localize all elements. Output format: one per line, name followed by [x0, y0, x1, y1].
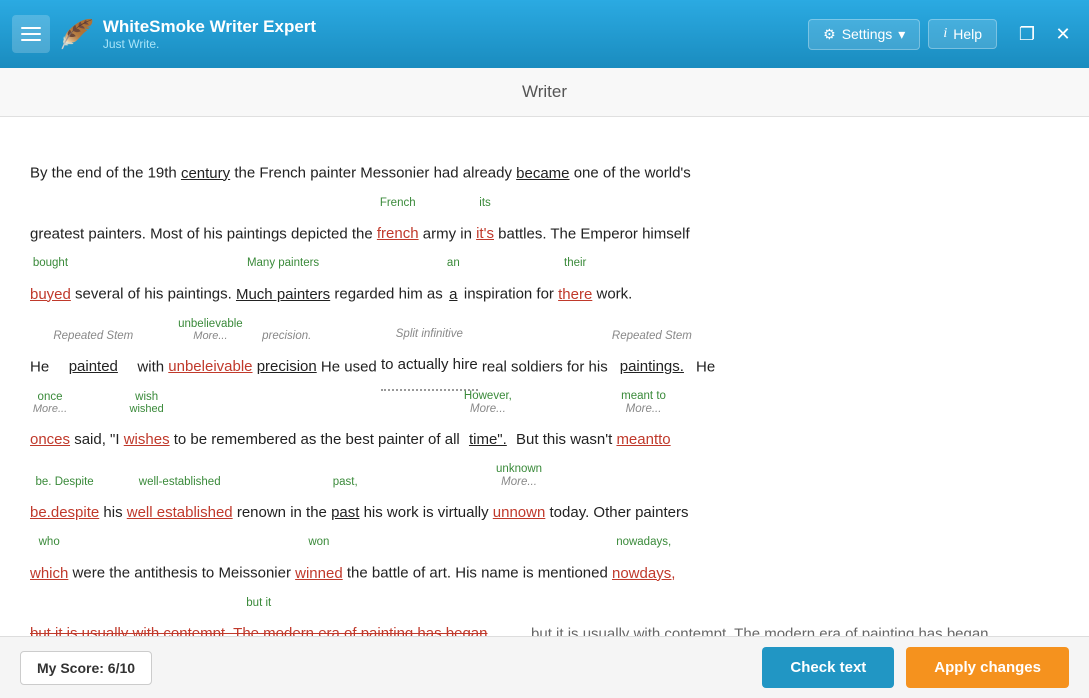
text-static: with: [133, 358, 168, 375]
titlebar-actions: ⚙ Settings ▾ i Help: [808, 19, 997, 50]
text-static: real soldiers for his: [478, 358, 612, 375]
correction-meantto: meant to More... meantto: [616, 391, 670, 464]
menu-button[interactable]: [12, 15, 50, 53]
help-label: Help: [953, 26, 982, 42]
text-static: He used: [317, 358, 381, 375]
correction-painted: Repeated Stem painted: [53, 331, 133, 392]
correction-winned: won winned: [295, 537, 343, 598]
text-static: the French painter Messonier had already: [230, 165, 516, 182]
correction-century: x century: [181, 137, 230, 198]
gear-icon: ⚙: [823, 26, 836, 43]
correction-which: who which: [30, 537, 68, 598]
text-static: By the end of the 19th: [30, 165, 181, 182]
bottom-bar: My Score: 6/10 Check text Apply changes: [0, 636, 1089, 698]
correction-its: its it's: [476, 198, 494, 259]
logo-area: 🪶 WhiteSmoke Writer Expert Just Write.: [60, 17, 798, 51]
text-static: to be remembered as the best painter of …: [170, 431, 464, 448]
help-button[interactable]: i Help: [928, 19, 997, 49]
page-title-bar: Writer: [0, 68, 1089, 117]
settings-label: Settings: [842, 26, 893, 42]
text-static: several of his paintings.: [71, 286, 236, 303]
logo-text: WhiteSmoke Writer Expert Just Write.: [103, 17, 316, 51]
logo-bird-icon: 🪶: [60, 18, 95, 51]
correction-many-painters: Many painters Much painters: [236, 258, 330, 319]
info-icon: i: [943, 26, 947, 42]
text-content: By the end of the 19th x century the Fre…: [30, 137, 1059, 636]
text-static: said, "I: [70, 431, 124, 448]
correction-bought: bought buyed: [30, 258, 71, 319]
correction-despite: be. Despite be.despite: [30, 477, 99, 538]
text-static: greatest painters. Most of his paintings…: [30, 225, 377, 242]
text-static: today. Other painters: [545, 504, 688, 521]
correction-onces: once More... onces: [30, 392, 70, 465]
correction-french: French french: [377, 198, 419, 259]
text-static: He: [30, 358, 53, 375]
settings-button[interactable]: ⚙ Settings ▾: [808, 19, 920, 50]
text-editor[interactable]: By the end of the 19th x century the Fre…: [0, 117, 1089, 636]
page-title: Writer: [522, 82, 567, 101]
window-buttons: ❐ ✕: [1013, 20, 1077, 48]
copy-button[interactable]: ❐: [1013, 20, 1041, 48]
settings-chevron-icon: ▾: [898, 26, 905, 43]
text-static: But this wasn't: [512, 431, 617, 448]
text-static: the battle of art. His name is mentioned: [343, 565, 612, 582]
correction-past: past, past: [331, 477, 359, 538]
text-cutoff: but it is usually with contempt. The mod…: [531, 625, 989, 636]
text-static: renown in the: [233, 504, 331, 521]
text-static: his work is virtually: [359, 504, 492, 521]
text-static: were the antithesis to Meissonier: [68, 565, 295, 582]
app-subtitle: Just Write.: [103, 37, 316, 51]
correction-butit: but it but it is usually with contempt. …: [30, 598, 488, 637]
correction-unbeleivable: unbelievable More... unbeleivable: [168, 319, 252, 392]
titlebar: 🪶 WhiteSmoke Writer Expert Just Write. ⚙…: [0, 0, 1089, 68]
correction-split-inf: Split infinitive to actually hire: [381, 329, 478, 392]
correction-unnown: unknown More... unnown: [493, 464, 546, 537]
correction-became: x became: [516, 137, 569, 198]
text-static: He: [692, 358, 715, 375]
correction-time: However, More... time".: [464, 391, 512, 464]
correction-paintings: Repeated Stem paintings.: [612, 331, 692, 392]
text-static: regarded him as: [330, 286, 447, 303]
score-label: My Score: 6/10: [37, 660, 135, 676]
apply-changes-label: Apply changes: [934, 659, 1041, 676]
app-title: WhiteSmoke Writer Expert: [103, 17, 316, 37]
correction-wellestablished: well-established well established: [127, 477, 233, 538]
correction-precision: precision. precision: [257, 331, 317, 392]
correction-wishes: wish wished wishes: [124, 392, 170, 465]
text-static: work.: [592, 286, 632, 303]
score-badge: My Score: 6/10: [20, 651, 152, 685]
correction-an: an a: [447, 258, 460, 319]
check-text-button[interactable]: Check text: [762, 647, 894, 688]
text-static: army in: [419, 225, 477, 242]
close-button[interactable]: ✕: [1049, 20, 1077, 48]
correction-nowdays: nowadays, nowdays,: [612, 537, 675, 598]
text-static: battles. The Emperor himself: [494, 225, 690, 242]
text-static: one of the world's: [570, 165, 691, 182]
text-static: his: [99, 504, 127, 521]
check-text-label: Check text: [790, 659, 866, 676]
correction-their: their there: [558, 258, 592, 319]
apply-changes-button[interactable]: Apply changes: [906, 647, 1069, 688]
text-static: inspiration for: [460, 286, 558, 303]
